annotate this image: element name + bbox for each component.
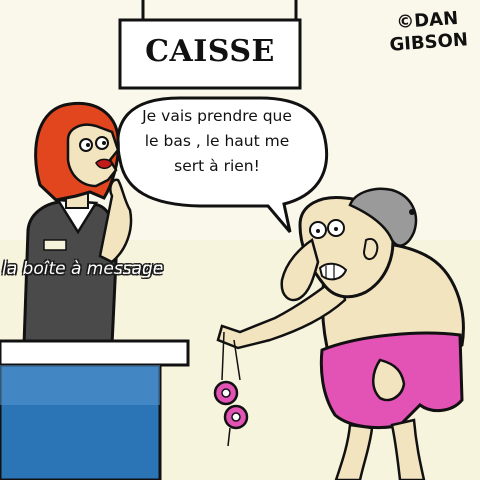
artist-credit: ©DAN GIBSON: [385, 7, 472, 57]
checkout-counter: [0, 339, 190, 480]
caisse-sign-text: CAISSE: [145, 34, 275, 69]
speech-line: sert à rien!: [174, 157, 260, 175]
cashier: [22, 101, 133, 347]
speech-line: Je vais prendre que: [142, 107, 292, 125]
cartoon-artwork: [0, 0, 480, 480]
cartoon-scene: CAISSE ©DAN GIBSON Je vais prendre que l…: [0, 0, 480, 480]
speech-line: le bas , le haut me: [144, 132, 290, 150]
speech-text: Je vais prendre que le bas , le haut me …: [132, 104, 302, 179]
watermark-text: la boîte à message: [2, 259, 164, 279]
